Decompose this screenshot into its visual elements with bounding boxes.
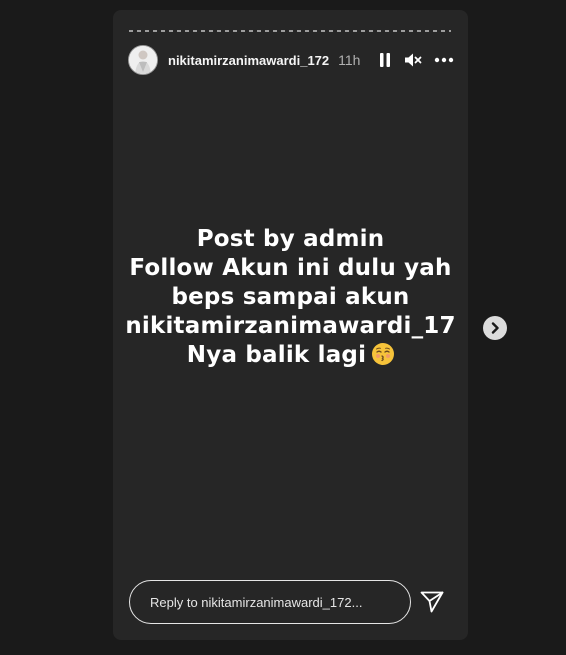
caption-line: Post by admin: [196, 226, 385, 252]
pause-icon[interactable]: [378, 52, 392, 68]
reply-bar: [129, 580, 454, 624]
kissing-face-emoji-icon: [372, 343, 395, 365]
caption-line: beps sampai akun: [171, 284, 410, 310]
chevron-right-icon: [491, 322, 499, 334]
story-viewer: nikitamirzanimawardi_172 11h Post by adm…: [113, 10, 468, 640]
caption-line: Follow Akun ini dulu yah: [129, 255, 452, 281]
caption-line: nikitamirzanimawardi_17: [125, 313, 456, 339]
caption-line-last: Nya balik lagi: [113, 341, 468, 370]
speaker-muted-icon[interactable]: [404, 52, 422, 68]
caption-line: Nya balik lagi: [186, 342, 367, 368]
next-story-button[interactable]: [483, 316, 507, 340]
story-username[interactable]: nikitamirzanimawardi_172: [168, 53, 329, 68]
avatar-image: [129, 46, 157, 74]
story-caption: Post by admin Follow Akun ini dulu yah b…: [113, 225, 468, 370]
send-icon[interactable]: [419, 590, 445, 614]
story-timestamp: 11h: [338, 52, 361, 68]
more-options-icon[interactable]: [434, 57, 454, 63]
story-progress-bar: [129, 30, 451, 32]
story-header: nikitamirzanimawardi_172 11h: [128, 45, 454, 75]
reply-input[interactable]: [129, 580, 411, 624]
avatar[interactable]: [128, 45, 158, 75]
